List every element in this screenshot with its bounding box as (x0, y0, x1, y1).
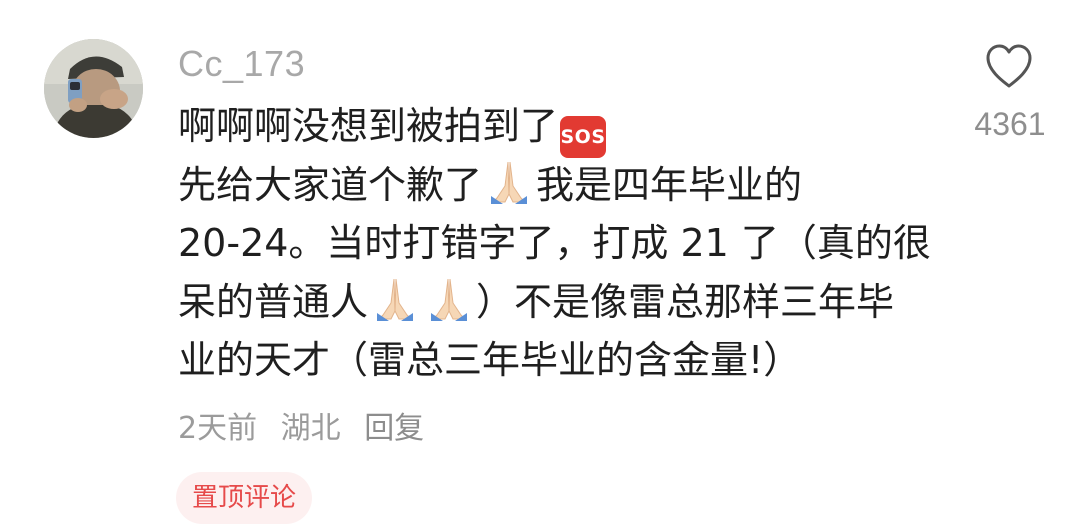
comment-text-segment: ）不是像雷总那样三年毕 (476, 279, 895, 324)
avatar-image (44, 39, 143, 138)
comment-time: 2天前 (178, 411, 258, 446)
comment-line-3: 20-24。当时打错字了，打成 21 了（真的很 (178, 214, 938, 273)
comment-item: Cc_173 啊啊啊没想到被拍到了 SOS 先给大家道个歉了 我是四年毕业的 20… (0, 0, 1080, 526)
comment-line-1: 啊啊啊没想到被拍到了 SOS (178, 97, 938, 158)
comment-text-segment: 先给大家道个歉了 (178, 162, 483, 207)
comment-location: 湖北 (280, 411, 341, 446)
folded-hands-icon (377, 278, 414, 321)
comment-meta: 2天前 湖北 回复 (178, 406, 438, 452)
reply-button[interactable]: 回复 (364, 411, 424, 446)
folded-hands-icon (491, 161, 528, 204)
comment-text: 啊啊啊没想到被拍到了 SOS 先给大家道个歉了 我是四年毕业的 20-24。当时打… (178, 97, 938, 390)
username[interactable]: Cc_173 (178, 40, 305, 88)
comment-text-segment: 20-24。当时打错字了，打成 21 了（真的很 (178, 221, 931, 265)
comment-text-segment: 呆的普通人 (178, 279, 369, 324)
comment-line-5: 业的天才（雷总三年毕业的含金量!） (178, 331, 938, 390)
comment-line-4: 呆的普通人 ）不是像雷总那样三年毕 (178, 273, 938, 332)
like-count: 4361 (974, 106, 1046, 142)
avatar[interactable] (44, 39, 143, 138)
comment-text-segment: 业的天才（雷总三年毕业的含金量!） (178, 338, 802, 382)
comment-line-2: 先给大家道个歉了 我是四年毕业的 (178, 156, 938, 215)
sos-emoji-icon: SOS (560, 116, 607, 158)
comment-text-segment: 啊啊啊没想到被拍到了 (178, 104, 559, 148)
comment-text-segment: 我是四年毕业的 (536, 162, 803, 207)
pinned-comment-badge: 置顶评论 (176, 472, 313, 524)
heart-icon[interactable] (984, 43, 1034, 89)
like-area: 4361 (960, 38, 1060, 148)
folded-hands-icon (431, 278, 468, 321)
